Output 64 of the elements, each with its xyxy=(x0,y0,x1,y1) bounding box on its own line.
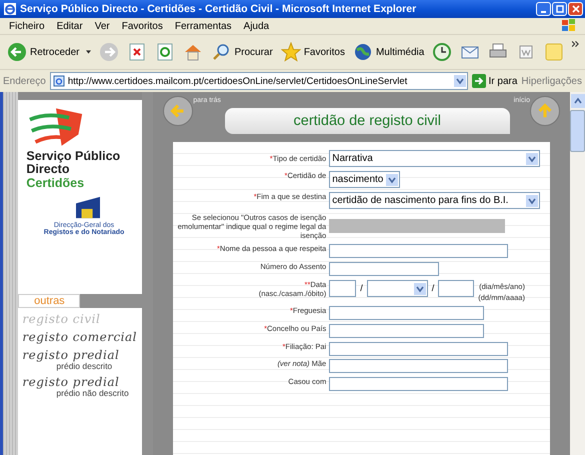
browser-icon xyxy=(4,3,16,15)
go-button[interactable]: Ir para xyxy=(472,74,518,88)
windows-logo-icon xyxy=(561,19,577,33)
up-arrow-icon xyxy=(536,102,554,120)
back-button[interactable] xyxy=(163,96,194,126)
scroll-thumb[interactable] xyxy=(570,110,585,152)
more-chevron-icon[interactable] xyxy=(572,41,579,47)
maximize-button[interactable] xyxy=(552,2,567,16)
caret-icon xyxy=(86,50,92,54)
clock-icon xyxy=(432,42,452,62)
menu-item[interactable]: Ver xyxy=(88,20,116,32)
globe-icon xyxy=(352,42,373,62)
brand-name: Directo xyxy=(26,163,70,176)
page-heading: certidão de registo civil xyxy=(294,113,441,129)
dropdown[interactable]: Narrativa xyxy=(329,150,540,167)
stop-icon xyxy=(127,42,148,62)
input-field[interactable] xyxy=(329,359,508,373)
menu-item[interactable]: Favoritos xyxy=(116,20,169,32)
input-field[interactable] xyxy=(329,324,484,338)
day-field[interactable] xyxy=(329,280,356,297)
input-field[interactable] xyxy=(329,306,484,320)
search-button[interactable]: Procurar xyxy=(208,42,276,62)
favorites-button[interactable]: Favoritos xyxy=(278,42,348,62)
brand-name: Serviço Público xyxy=(26,150,120,163)
date-separator: / xyxy=(432,283,434,293)
sidebar-link[interactable]: registo predial prédio não descrito xyxy=(18,375,142,398)
window-title: Serviço Público Directo - Certidões - Certidão Civil - Microsoft Internet Explorer xyxy=(20,3,418,15)
go-arrow-icon xyxy=(472,74,486,88)
date-separator: / xyxy=(360,283,363,293)
home-button[interactable] xyxy=(530,96,560,126)
close-button[interactable] xyxy=(568,2,583,16)
tab-bar xyxy=(80,294,142,308)
dropdown[interactable]: certidão de nascimento para fins do B.I. xyxy=(329,192,540,209)
page-icon xyxy=(52,75,65,87)
minimize-button[interactable] xyxy=(536,2,551,16)
menu-item[interactable]: Ferramentas xyxy=(168,20,238,32)
agency-logo-icon xyxy=(74,196,102,220)
menu-item[interactable]: Editar xyxy=(50,20,89,32)
input-field[interactable] xyxy=(329,262,440,276)
year-field[interactable] xyxy=(438,280,474,297)
links-label[interactable]: Hiperligações xyxy=(521,76,582,86)
scroll-up-icon[interactable] xyxy=(570,94,584,108)
sticky-note-icon xyxy=(544,42,564,62)
sidebar-link[interactable]: registo comercial xyxy=(18,330,142,344)
menu-item[interactable]: Ficheiro xyxy=(3,20,51,32)
input-field[interactable] xyxy=(329,342,508,356)
input-field[interactable] xyxy=(329,377,508,391)
sidebar-link[interactable]: registo predial prédio descrito xyxy=(18,348,142,371)
media-button[interactable]: Multimédia xyxy=(350,42,428,62)
dropdown[interactable]: nascimento xyxy=(329,171,400,188)
refresh-icon xyxy=(155,42,176,62)
star-icon xyxy=(280,42,301,62)
address-field[interactable]: http://www.certidoes.mailcom.pt/certidoesOnLine/servlet/CertidoesOnLineServlet xyxy=(50,72,468,90)
maximize-icon xyxy=(556,5,564,13)
back-button[interactable]: Retroceder xyxy=(4,42,94,62)
scrollbar[interactable] xyxy=(570,92,585,455)
close-icon xyxy=(572,5,580,13)
input-field[interactable] xyxy=(329,244,508,258)
address-label: Endereço xyxy=(3,76,46,86)
search-icon xyxy=(211,42,232,62)
menu-item[interactable]: Ajuda xyxy=(238,20,276,32)
home-icon xyxy=(183,42,204,62)
brand-subtitle: Certidões xyxy=(26,176,84,190)
month-dropdown[interactable] xyxy=(366,280,428,297)
